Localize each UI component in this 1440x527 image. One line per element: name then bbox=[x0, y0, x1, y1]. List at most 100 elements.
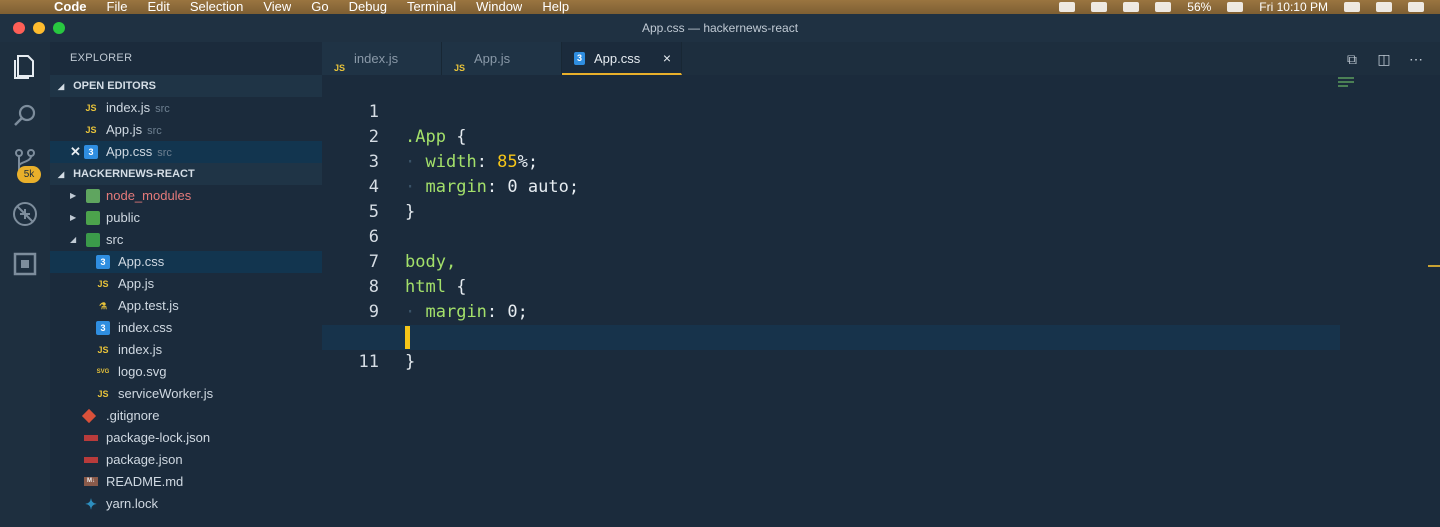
tree-file-package-json[interactable]: package.json bbox=[50, 449, 322, 471]
open-editors-label: OPEN EDITORS bbox=[73, 80, 156, 92]
menu-window[interactable]: Window bbox=[476, 0, 522, 14]
split-editor-icon[interactable]: ◫ bbox=[1376, 51, 1392, 67]
window-controls bbox=[13, 22, 73, 34]
code-line: 9 · padding: 0; bbox=[322, 275, 1340, 347]
expand-chevron-icon: ▶ bbox=[70, 191, 77, 200]
close-editor-icon[interactable]: ✕ bbox=[70, 141, 81, 163]
notification-center-icon[interactable] bbox=[1408, 2, 1424, 12]
tab-app-js[interactable]: JS App.js bbox=[442, 42, 562, 75]
file-path-hint: src bbox=[155, 103, 170, 115]
debug-icon[interactable] bbox=[11, 200, 39, 228]
close-tab-icon[interactable]: × bbox=[663, 42, 671, 75]
tree-file-readme-md[interactable]: M↓ README.md bbox=[50, 471, 322, 493]
file-path-hint: src bbox=[147, 125, 162, 137]
code-line: 5 bbox=[322, 175, 1340, 222]
markdown-file-icon: M↓ bbox=[84, 477, 98, 486]
tree-file-package-lock-json[interactable]: package-lock.json bbox=[50, 427, 322, 449]
open-editors-section[interactable]: ◢ OPEN EDITORS bbox=[50, 75, 322, 97]
tree-file-app-test-js[interactable]: ⚗ App.test.js bbox=[50, 295, 322, 317]
tree-file-app-js[interactable]: JS App.js bbox=[50, 273, 322, 295]
collapse-chevron-icon: ◢ bbox=[58, 82, 65, 91]
activity-bar: 5k bbox=[0, 42, 50, 527]
code-line: 2 · width: 85%; bbox=[322, 100, 1340, 172]
tree-file-app-css[interactable]: 3 App.css bbox=[50, 251, 322, 273]
tab-label: App.css bbox=[594, 51, 641, 66]
file-path-hint: src bbox=[157, 147, 172, 159]
svg-file-icon: SVG bbox=[96, 369, 110, 375]
menu-debug[interactable]: Debug bbox=[349, 0, 387, 14]
src-folder-icon bbox=[86, 233, 100, 247]
minimize-window-button[interactable] bbox=[33, 22, 45, 34]
menu-edit[interactable]: Edit bbox=[147, 0, 169, 14]
folder-name: node_modules bbox=[106, 188, 192, 203]
battery-icon[interactable] bbox=[1227, 2, 1244, 12]
close-window-button[interactable] bbox=[13, 22, 25, 34]
menu-app-name[interactable]: Code bbox=[54, 0, 87, 14]
tree-file-yarn-lock[interactable]: ✦ yarn.lock bbox=[50, 493, 322, 515]
explorer-files-icon[interactable] bbox=[11, 52, 39, 80]
code-line: 4 } bbox=[322, 150, 1340, 222]
menu-file[interactable]: File bbox=[107, 0, 128, 14]
menubar-clock[interactable]: Fri 10:10 PM bbox=[1259, 0, 1328, 14]
minimap[interactable] bbox=[1338, 77, 1354, 91]
zoom-window-button[interactable] bbox=[53, 22, 65, 34]
file-name: index.js bbox=[106, 100, 151, 115]
creative-cloud-icon[interactable] bbox=[1091, 2, 1108, 12]
file-name: App.js bbox=[106, 122, 143, 137]
editor-tab-bar: JS index.js JS App.js 3 App.css × ⧉ ◫ ⋯ bbox=[322, 42, 1440, 75]
menu-view[interactable]: View bbox=[263, 0, 291, 14]
search-icon[interactable] bbox=[11, 102, 39, 130]
file-name: README.md bbox=[106, 474, 184, 489]
tree-file-index-js[interactable]: JS index.js bbox=[50, 339, 322, 361]
tree-file-gitignore[interactable]: .gitignore bbox=[50, 405, 322, 427]
siri-icon[interactable] bbox=[1376, 2, 1392, 12]
node-folder-icon bbox=[86, 189, 100, 203]
code-line: 6 body, bbox=[322, 200, 1340, 272]
volume-icon[interactable] bbox=[1155, 2, 1172, 12]
file-name: package.json bbox=[106, 452, 183, 467]
collapse-chevron-icon: ◢ bbox=[58, 170, 65, 179]
folder-name: public bbox=[106, 210, 140, 225]
javascript-file-icon: JS bbox=[85, 125, 97, 135]
line-number: 11 bbox=[358, 352, 379, 372]
wifi-icon[interactable] bbox=[1123, 2, 1140, 12]
window-title: App.css — hackernews-react bbox=[641, 21, 799, 35]
code-editor[interactable]: 1 .App { 2 · width: 85%; 3 · margin: 0 a… bbox=[322, 75, 1440, 527]
expand-chevron-icon: ▶ bbox=[70, 213, 77, 222]
file-name: serviceWorker.js bbox=[118, 386, 214, 401]
tree-file-logo-svg[interactable]: SVG logo.svg bbox=[50, 361, 322, 383]
code-line: 1 .App { bbox=[322, 75, 1340, 147]
more-actions-icon[interactable]: ⋯ bbox=[1408, 51, 1424, 67]
editor-actions: ⧉ ◫ ⋯ bbox=[1344, 42, 1440, 75]
tree-folder-public[interactable]: ▶ public bbox=[50, 207, 322, 229]
docker-icon[interactable] bbox=[1059, 2, 1076, 12]
css-file-icon: 3 bbox=[96, 255, 110, 269]
battery-percent[interactable]: 56% bbox=[1187, 0, 1211, 14]
css-file-icon: 3 bbox=[574, 52, 586, 65]
menu-help[interactable]: Help bbox=[542, 0, 569, 14]
tab-index-js[interactable]: JS index.js bbox=[322, 42, 442, 75]
project-name-label: HACKERNEWS-REACT bbox=[73, 168, 195, 180]
menu-go[interactable]: Go bbox=[311, 0, 328, 14]
open-changes-icon[interactable]: ⧉ bbox=[1344, 51, 1360, 67]
tree-file-serviceworker-js[interactable]: JS serviceWorker.js bbox=[50, 383, 322, 405]
extensions-icon[interactable] bbox=[11, 250, 39, 278]
tab-app-css[interactable]: 3 App.css × bbox=[562, 42, 682, 75]
macos-menubar: Code File Edit Selection View Go Debug T… bbox=[0, 0, 1440, 14]
open-editor-item-active[interactable]: ✕ 3 App.css src bbox=[50, 141, 322, 163]
open-editor-item[interactable]: JS index.js src bbox=[50, 97, 322, 119]
spotlight-search-icon[interactable] bbox=[1344, 2, 1360, 12]
code-line-current: 11 bbox=[322, 325, 1340, 372]
menu-terminal[interactable]: Terminal bbox=[407, 0, 456, 14]
tree-folder-node-modules[interactable]: ▶ node_modules bbox=[50, 185, 322, 207]
window-titlebar: App.css — hackernews-react bbox=[0, 14, 1440, 42]
tree-file-index-css[interactable]: 3 index.css bbox=[50, 317, 322, 339]
menu-selection[interactable]: Selection bbox=[190, 0, 243, 14]
project-section[interactable]: ◢ HACKERNEWS-REACT bbox=[50, 163, 322, 185]
explorer-sidebar: EXPLORER ◢ OPEN EDITORS JS index.js src J… bbox=[50, 42, 322, 527]
tree-folder-src[interactable]: ◢ src bbox=[50, 229, 322, 251]
open-editor-item[interactable]: JS App.js src bbox=[50, 119, 322, 141]
public-folder-icon bbox=[86, 211, 100, 225]
explorer-header: EXPLORER bbox=[70, 52, 133, 64]
folder-name: src bbox=[106, 232, 124, 247]
